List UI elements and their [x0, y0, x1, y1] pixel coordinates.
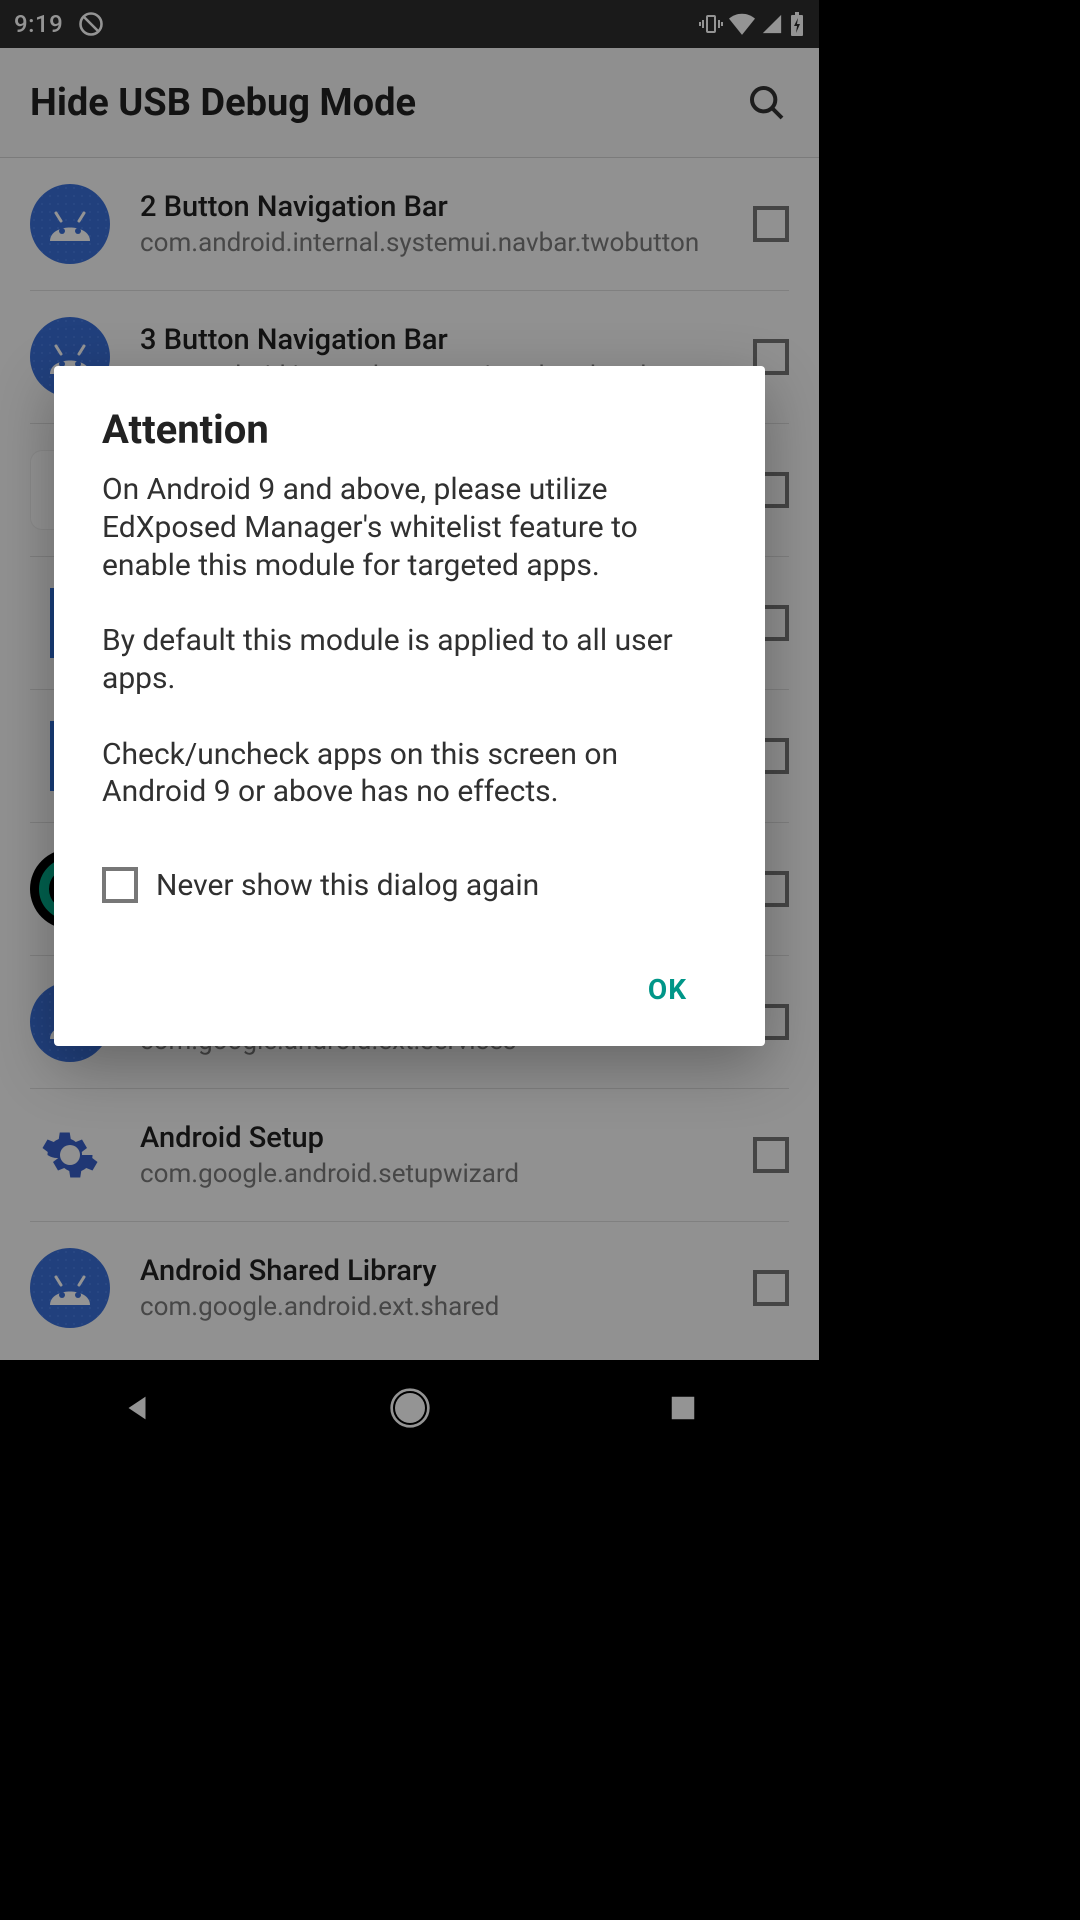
attention-dialog: Attention On Android 9 and above, please…: [54, 366, 765, 1046]
never-show-label: Never show this dialog again: [156, 868, 539, 903]
dialog-title: Attention: [102, 406, 717, 453]
never-show-checkbox[interactable]: [102, 867, 138, 903]
ok-button[interactable]: OK: [628, 963, 707, 1016]
never-show-row[interactable]: Never show this dialog again: [102, 867, 717, 903]
dialog-body: On Android 9 and above, please utilize E…: [102, 471, 717, 811]
